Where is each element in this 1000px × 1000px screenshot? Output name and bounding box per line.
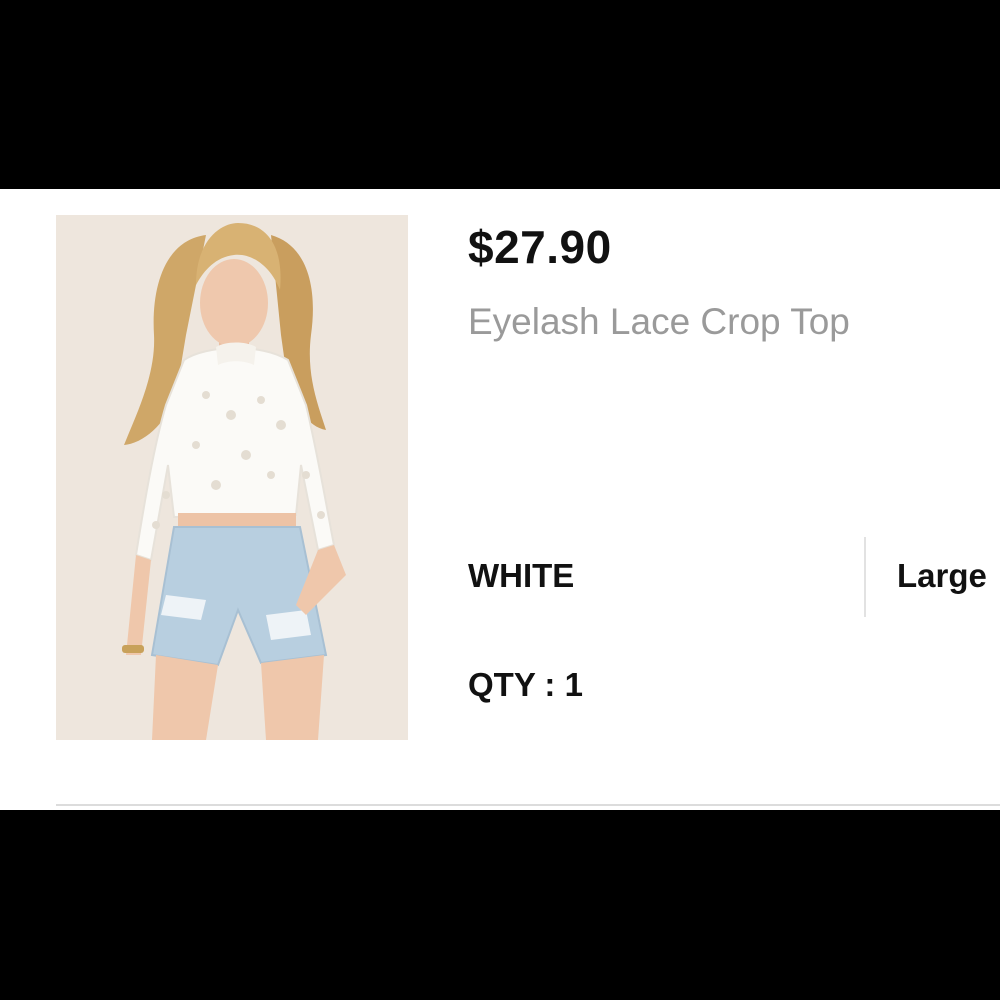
- product-image[interactable]: [56, 215, 408, 740]
- letterbox-bottom: [0, 810, 1000, 1000]
- row-divider: [56, 804, 1000, 806]
- option-divider: [864, 537, 866, 617]
- color-option[interactable]: WHITE: [468, 556, 574, 596]
- size-option[interactable]: Large: [897, 556, 987, 596]
- quantity-selector[interactable]: QTY : 1: [468, 665, 583, 705]
- cart-item-card: $27.90 Eyelash Lace Crop Top WHITE Large…: [0, 189, 1000, 810]
- product-price: $27.90: [468, 221, 612, 273]
- product-name[interactable]: Eyelash Lace Crop Top: [468, 299, 850, 345]
- letterbox-top: [0, 0, 1000, 189]
